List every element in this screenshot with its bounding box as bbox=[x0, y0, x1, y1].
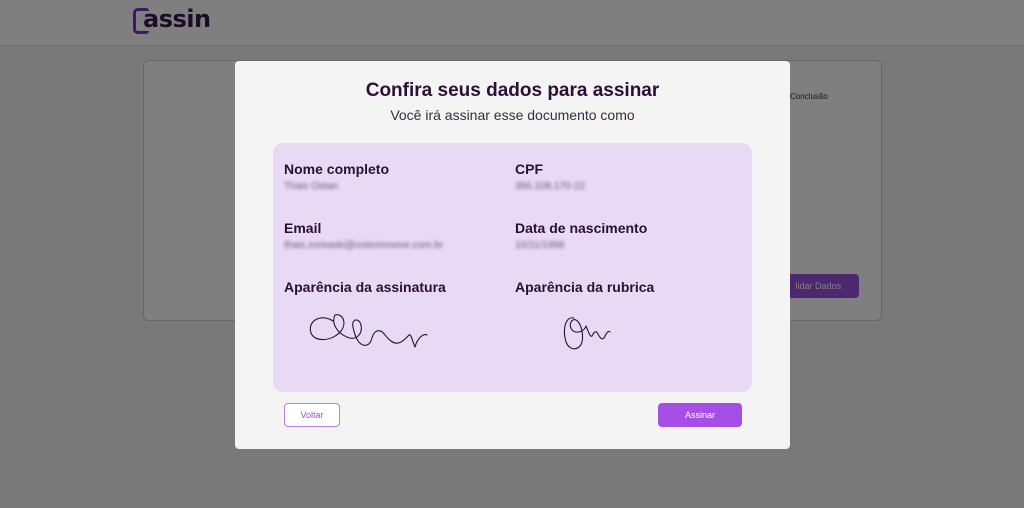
sign-button[interactable]: Assinar bbox=[658, 403, 742, 427]
modal-title: Confira seus dados para assinar bbox=[365, 80, 660, 101]
birth-date-field: Data de nascimento 10/11/1998 bbox=[515, 220, 647, 251]
back-button[interactable]: Voltar bbox=[284, 403, 340, 427]
cpf-field: CPF 356.108.170-22 bbox=[515, 161, 585, 192]
initials-appearance-label: Aparência da rubrica bbox=[515, 279, 655, 295]
signature-image bbox=[309, 314, 428, 348]
signature-appearance-label: Aparência da assinatura bbox=[284, 279, 446, 295]
full-name-field: Nome completo Thais Ostan bbox=[284, 161, 389, 192]
cpf-label: CPF bbox=[515, 161, 543, 177]
initials-appearance-field: Aparência da rubrica bbox=[515, 279, 654, 295]
modal-subtitle: Você irá assinar esse documento como bbox=[390, 107, 635, 123]
birth-date-label: Data de nascimento bbox=[515, 220, 648, 236]
email-field: Email thais.zoreaski@ostenmoove.com.br bbox=[284, 220, 443, 251]
email-value: thais.zoreaski@ostenmoove.com.br bbox=[284, 240, 444, 251]
cpf-value: 356.108.170-22 bbox=[515, 181, 586, 192]
signature-appearance-field: Aparência da assinatura bbox=[284, 279, 446, 295]
email-label: Email bbox=[284, 220, 322, 236]
birth-date-value: 10/11/1998 bbox=[515, 240, 565, 251]
signer-info-panel: Nome completo Thais Ostan CPF 356.108.17… bbox=[273, 143, 752, 392]
full-name-value: Thais Ostan bbox=[284, 181, 338, 192]
full-name-label: Nome completo bbox=[284, 161, 390, 177]
initials-image bbox=[563, 317, 611, 350]
confirm-data-modal: Confira seus dados para assinar Você irá… bbox=[235, 61, 790, 449]
